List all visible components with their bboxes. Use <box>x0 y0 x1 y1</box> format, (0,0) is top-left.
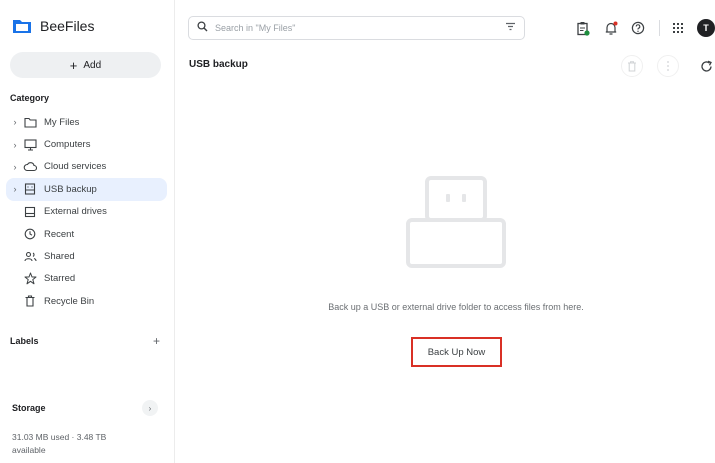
storage-section[interactable]: Storage › <box>12 400 158 416</box>
category-heading: Category <box>10 93 50 103</box>
computer-icon <box>23 138 37 152</box>
clock-icon <box>23 227 37 241</box>
sidebar-item-label: Starred <box>44 273 76 285</box>
sidebar-item-external-drives[interactable]: External drives <box>0 201 175 223</box>
search-input[interactable] <box>215 23 498 33</box>
bell-icon[interactable] <box>601 18 621 38</box>
delete-button[interactable] <box>621 55 643 77</box>
add-button-label: Add <box>83 59 102 71</box>
storage-heading: Storage <box>12 403 46 413</box>
add-label-button[interactable]: + <box>153 334 160 348</box>
sidebar-item-label: Recycle Bin <box>44 295 95 307</box>
empty-state-message: Back up a USB or external drive folder t… <box>328 302 584 312</box>
chevron-right-icon[interactable]: › <box>10 140 20 150</box>
chevron-right-icon[interactable]: › <box>10 117 20 127</box>
labels-section: Labels + <box>10 334 160 348</box>
sidebar-item-label: Shared <box>44 251 75 263</box>
chevron-right-icon[interactable]: › <box>142 400 158 416</box>
plus-icon: + <box>69 57 78 73</box>
sidebar-item-label: Computers <box>44 139 91 151</box>
chevron-right-icon[interactable]: › <box>10 184 20 194</box>
sidebar-item-computers[interactable]: › Computers <box>0 133 175 155</box>
storage-usage: 31.03 MB used · 3.48 TB available <box>12 432 107 455</box>
category-nav: › My Files › Computers › Cloud services … <box>0 111 175 313</box>
sidebar-item-label: USB backup <box>44 183 97 195</box>
beefiles-logo-icon <box>12 18 32 34</box>
back-up-now-button[interactable]: Back Up Now <box>411 337 502 367</box>
sidebar-item-label: External drives <box>44 206 107 218</box>
cloud-icon <box>23 160 37 174</box>
refresh-icon[interactable] <box>698 57 714 75</box>
sidebar-item-label: My Files <box>44 116 80 128</box>
toolbar-divider <box>659 20 660 36</box>
sidebar: BeeFiles + Add Category › My Files › Com… <box>0 0 175 463</box>
filter-icon[interactable] <box>505 22 516 34</box>
clipboard-task-icon[interactable] <box>573 18 593 38</box>
sidebar-item-recent[interactable]: Recent <box>0 223 175 245</box>
chevron-right-icon[interactable]: › <box>10 162 20 172</box>
sidebar-item-starred[interactable]: Starred <box>0 268 175 290</box>
sidebar-item-cloud-services[interactable]: › Cloud services <box>0 156 175 178</box>
people-icon <box>23 250 37 264</box>
add-button[interactable]: + Add <box>10 52 161 78</box>
trash-icon <box>23 294 37 308</box>
app-name: BeeFiles <box>40 18 95 34</box>
trash-icon <box>628 60 636 71</box>
sidebar-item-shared[interactable]: Shared <box>0 245 175 267</box>
star-icon <box>23 272 37 286</box>
search-icon <box>197 21 208 35</box>
external-drive-icon <box>23 205 37 219</box>
labels-heading: Labels <box>10 336 39 346</box>
brand[interactable]: BeeFiles <box>12 18 94 34</box>
more-options-button[interactable] <box>657 55 679 77</box>
usb-drive-illustration-icon <box>406 176 506 268</box>
usb-drive-icon <box>23 182 37 196</box>
more-vertical-icon <box>667 61 669 71</box>
sidebar-item-usb-backup[interactable]: › USB backup <box>6 178 167 201</box>
help-icon[interactable] <box>628 18 648 38</box>
sidebar-item-label: Recent <box>44 228 75 240</box>
folder-icon <box>23 115 37 129</box>
sidebar-item-label: Cloud services <box>44 161 107 173</box>
page-title: USB backup <box>189 59 248 70</box>
search-bar[interactable] <box>188 16 525 40</box>
apps-grid-icon[interactable] <box>668 18 688 38</box>
avatar[interactable]: T <box>697 19 715 37</box>
sidebar-item-recycle-bin[interactable]: Recycle Bin <box>0 290 175 312</box>
sidebar-item-my-files[interactable]: › My Files <box>0 111 175 133</box>
